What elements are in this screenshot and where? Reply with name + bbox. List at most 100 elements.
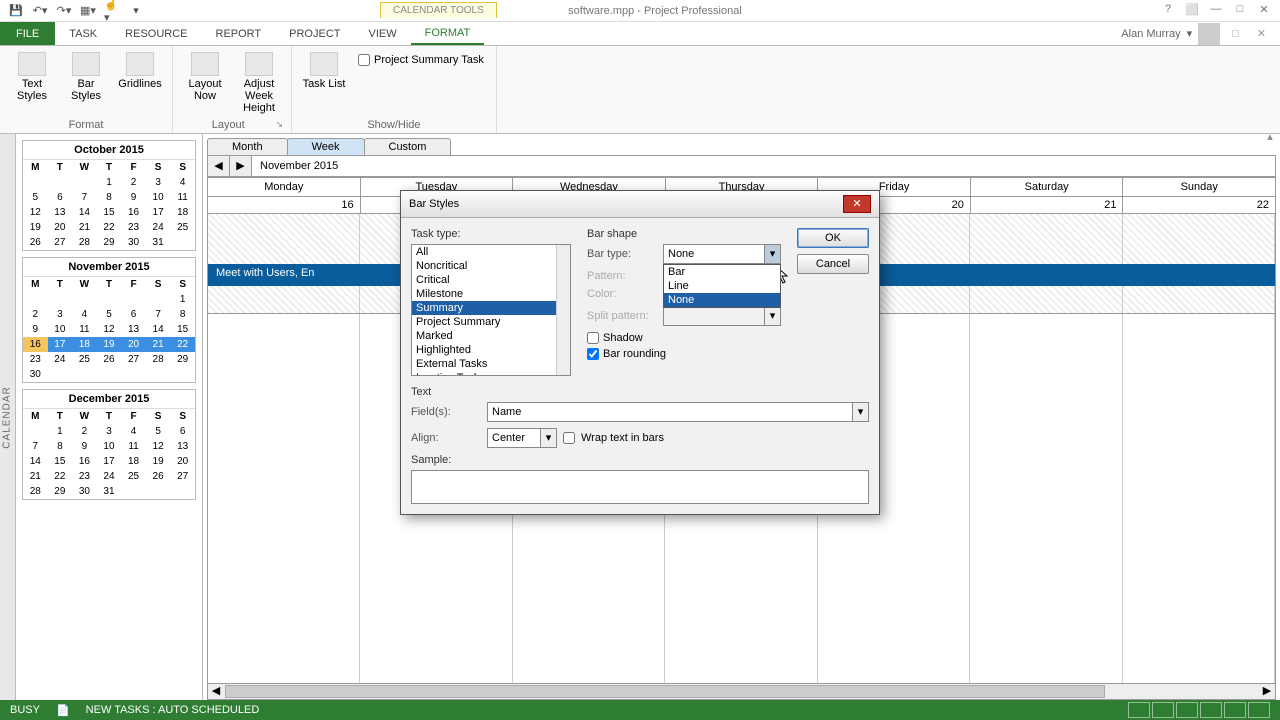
- bar-type-dropdown[interactable]: BarLineNone: [663, 264, 781, 308]
- dialog-close-button[interactable]: ✕: [843, 195, 871, 213]
- task-type-item[interactable]: Summary: [412, 301, 570, 315]
- status-newtasks: NEW TASKS : AUTO SCHEDULED: [86, 704, 260, 716]
- link-icon[interactable]: ▦▾: [80, 3, 96, 19]
- date-cell: 22: [1123, 197, 1276, 214]
- mdi-close-icon[interactable]: ✕: [1251, 27, 1272, 40]
- layout-dialog-launcher-icon[interactable]: ↘: [275, 119, 283, 130]
- color-field-label: Color:: [587, 288, 657, 300]
- dialog-title: Bar Styles: [409, 198, 459, 210]
- view-tab-week[interactable]: Week: [287, 138, 365, 155]
- align-combo[interactable]: Center▾: [487, 428, 557, 448]
- tab-task[interactable]: TASK: [55, 24, 111, 44]
- view-shortcuts[interactable]: [1128, 702, 1270, 718]
- minimize-icon[interactable]: —: [1206, 3, 1226, 19]
- window-title: software.mpp - Project Professional: [152, 5, 1158, 17]
- titlebar: 💾 ↶▾ ↷▾ ▦▾ ☝▾ ▾ CALENDAR TOOLS software.…: [0, 0, 1280, 22]
- date-cell: 21: [971, 197, 1124, 214]
- task-type-item[interactable]: Noncritical: [412, 259, 570, 273]
- fields-combo[interactable]: Name▾: [487, 402, 869, 422]
- next-period-button[interactable]: ▶: [230, 156, 252, 176]
- bar-styles-button[interactable]: Bar Styles: [62, 50, 110, 102]
- sample-preview: [411, 470, 869, 504]
- statusbar: BUSY 📄 NEW TASKS : AUTO SCHEDULED: [0, 700, 1280, 720]
- text-styles-button[interactable]: Text Styles: [8, 50, 56, 102]
- user-name: Alan Murray: [1121, 28, 1180, 40]
- task-type-item[interactable]: Milestone: [412, 287, 570, 301]
- ribbon: Text Styles Bar Styles Gridlines Format …: [0, 46, 1280, 134]
- status-busy: BUSY: [10, 704, 40, 716]
- pattern-field-label: Pattern:: [587, 270, 657, 282]
- task-type-item[interactable]: External Tasks: [412, 357, 570, 371]
- maximize-icon[interactable]: □: [1230, 3, 1250, 19]
- close-icon[interactable]: ✕: [1254, 3, 1274, 19]
- task-type-item[interactable]: Highlighted: [412, 343, 570, 357]
- project-summary-task-label: Project Summary Task: [374, 54, 484, 66]
- user-menu-icon[interactable]: ▾: [1187, 27, 1193, 40]
- task-type-item[interactable]: Inactive Tasks: [412, 371, 570, 376]
- fields-label: Field(s):: [411, 406, 481, 418]
- bar-type-option[interactable]: None: [664, 293, 780, 307]
- sample-label: Sample:: [411, 454, 869, 466]
- undo-icon[interactable]: ↶▾: [32, 3, 48, 19]
- day-header: Saturday: [971, 177, 1124, 197]
- mdi-minimize-icon[interactable]: □: [1226, 28, 1245, 40]
- task-type-item[interactable]: Critical: [412, 273, 570, 287]
- ok-button[interactable]: OK: [797, 228, 869, 248]
- project-summary-task-checkbox[interactable]: [358, 54, 370, 66]
- tab-resource[interactable]: RESOURCE: [111, 24, 201, 44]
- bar-type-option[interactable]: Line: [664, 279, 780, 293]
- bar-type-combo[interactable]: None▾ BarLineNone: [663, 244, 781, 264]
- shadow-checkbox[interactable]: [587, 332, 599, 344]
- wrap-text-label: Wrap text in bars: [581, 432, 664, 444]
- redo-icon[interactable]: ↷▾: [56, 3, 72, 19]
- mini-calendar-pane: October 2015MTWTFSS123456789101112131415…: [16, 134, 202, 700]
- tab-view[interactable]: VIEW: [354, 24, 410, 44]
- task-type-item[interactable]: All: [412, 245, 570, 259]
- task-type-item[interactable]: Project Summary: [412, 315, 570, 329]
- day-header: Sunday: [1123, 177, 1276, 197]
- bar-type-option[interactable]: Bar: [664, 265, 780, 279]
- period-label: November 2015: [252, 158, 346, 174]
- qat-more-icon[interactable]: ▾: [128, 3, 144, 19]
- horizontal-scrollbar[interactable]: ◀▶: [207, 684, 1276, 700]
- view-tab-custom[interactable]: Custom: [364, 138, 452, 155]
- tab-report[interactable]: REPORT: [202, 24, 276, 44]
- adjust-week-height-button[interactable]: Adjust Week Height: [235, 50, 283, 114]
- tab-project[interactable]: PROJECT: [275, 24, 354, 44]
- avatar[interactable]: [1198, 23, 1220, 45]
- wrap-text-checkbox[interactable]: [563, 432, 575, 444]
- touch-icon[interactable]: ☝▾: [104, 3, 120, 19]
- task-list-button[interactable]: Task List: [300, 50, 348, 90]
- gridlines-button[interactable]: Gridlines: [116, 50, 164, 90]
- chevron-down-icon[interactable]: ▾: [764, 245, 780, 263]
- view-tab-month[interactable]: Month: [207, 138, 288, 155]
- bar-shape-label: Bar shape: [587, 228, 781, 240]
- mini-calendar[interactable]: November 2015MTWTFSS12345678910111213141…: [22, 257, 196, 383]
- help-icon[interactable]: ?: [1158, 3, 1178, 19]
- status-newtasks-icon: 📄: [56, 704, 70, 717]
- split-pattern-field-label: Split pattern:: [587, 310, 657, 322]
- align-label: Align:: [411, 432, 481, 444]
- prev-period-button[interactable]: ◀: [208, 156, 230, 176]
- save-icon[interactable]: 💾: [8, 3, 24, 19]
- ribbon-collapse-icon[interactable]: ⬜: [1182, 3, 1202, 19]
- layout-now-button[interactable]: Layout Now: [181, 50, 229, 102]
- task-type-label: Task type:: [411, 228, 571, 240]
- mini-calendar[interactable]: December 2015MTWTFSS12345678910111213141…: [22, 389, 196, 500]
- date-cell: 16: [207, 197, 361, 214]
- split-pattern-combo: ▾: [663, 306, 781, 326]
- quick-access: 💾 ↶▾ ↷▾ ▦▾ ☝▾ ▾: [0, 3, 152, 19]
- task-type-listbox[interactable]: AllNoncriticalCriticalMilestoneSummaryPr…: [411, 244, 571, 376]
- bar-type-field-label: Bar type:: [587, 248, 657, 260]
- side-pane-label: CALENDAR: [0, 134, 16, 700]
- tab-file[interactable]: FILE: [0, 22, 55, 45]
- bar-rounding-checkbox[interactable]: [587, 348, 599, 360]
- day-header: Monday: [207, 177, 361, 197]
- listbox-scrollbar[interactable]: [556, 245, 570, 375]
- cancel-button[interactable]: Cancel: [797, 254, 869, 274]
- bar-rounding-label: Bar rounding: [603, 348, 666, 360]
- mini-calendar[interactable]: October 2015MTWTFSS123456789101112131415…: [22, 140, 196, 251]
- task-type-item[interactable]: Marked: [412, 329, 570, 343]
- shadow-label: Shadow: [603, 332, 643, 344]
- tab-format[interactable]: FORMAT: [411, 23, 485, 45]
